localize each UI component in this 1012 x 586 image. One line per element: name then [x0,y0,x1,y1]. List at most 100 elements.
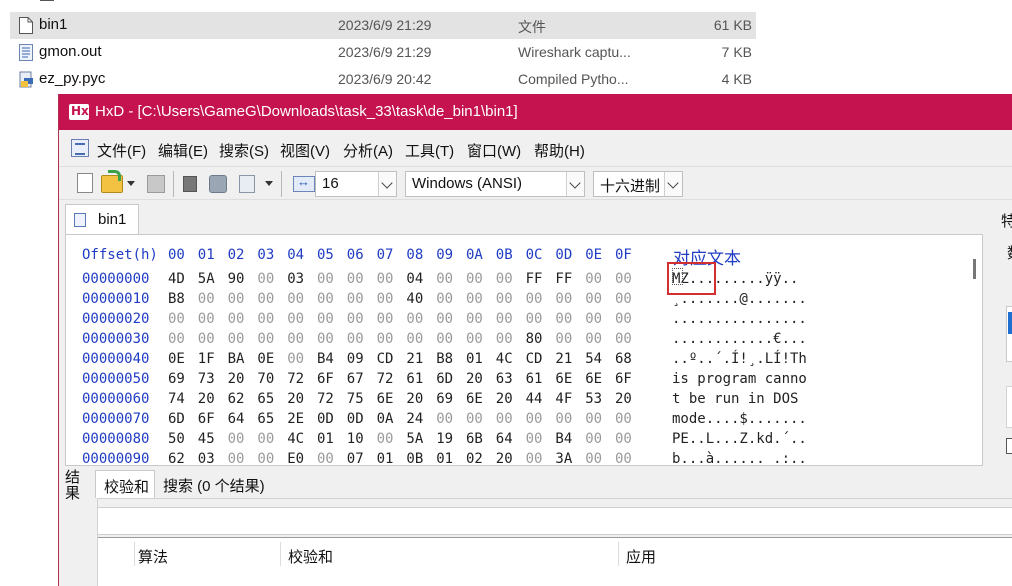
hex-byte[interactable]: 53 [585,391,602,407]
document-menu-icon[interactable] [71,139,89,157]
vertical-scrollbar[interactable] [970,245,980,465]
file-row-gmon-out[interactable]: gmon.out 2023/6/9 21:29 Wireshark captu.… [10,39,756,66]
hex-byte[interactable]: 6F [615,371,632,387]
hex-byte[interactable]: FF [555,271,572,287]
hex-byte[interactable]: 00 [377,331,394,347]
hex-byte[interactable]: 00 [198,311,215,327]
hex-byte[interactable]: 00 [377,271,394,287]
tab-bin1[interactable]: bin1 [65,204,139,234]
menu-tools[interactable]: 工具(T) [405,140,454,161]
hex-byte[interactable]: 00 [377,291,394,307]
hex-byte[interactable]: 20 [406,391,423,407]
hex-byte[interactable]: 0E [168,351,185,367]
hex-byte[interactable]: 00 [466,271,483,287]
hex-byte[interactable]: 67 [347,371,364,387]
column-checksum[interactable]: 校验和 [288,546,333,567]
hex-byte[interactable]: 07 [347,451,364,465]
hex-byte[interactable]: E0 [287,451,304,465]
hex-byte[interactable]: 80 [526,331,543,347]
title-bar[interactable]: Hx HxD - [C:\Users\GameG\Downloads\task_… [59,94,1012,130]
hex-row[interactable]: 00000060 74 20 62 65 20 72 75 6E 20 69 6E 20 44 4F 53 20… [66,391,982,411]
hex-byte[interactable]: 20 [496,391,513,407]
hex-byte[interactable]: CD [526,351,543,367]
open-file-icon[interactable] [101,170,123,193]
file-row-bin1[interactable]: bin1 2023/6/9 21:29 文件 61 KB [10,12,756,39]
hex-byte[interactable]: 00 [585,331,602,347]
row-text[interactable]: ..º..´.Í!¸.LÍ!Th [672,351,807,367]
save-icon[interactable] [147,175,165,193]
hex-byte[interactable]: 64 [228,411,245,427]
hex-editor[interactable]: Offset(h) 00 01 02 03 04 05 06 07 08 09 0A 0B 0C 0D 0E… [65,234,983,466]
menu-analysis[interactable]: 分析(A) [343,140,393,161]
open-ram-icon[interactable] [209,175,227,193]
hex-byte[interactable]: 00 [526,311,543,327]
hex-byte[interactable]: 69 [436,391,453,407]
hex-byte[interactable]: B4 [555,431,572,447]
hex-byte[interactable]: 00 [257,431,274,447]
hex-byte[interactable]: 01 [436,451,453,465]
hex-byte[interactable]: 40 [406,291,423,307]
hex-byte[interactable]: 00 [436,411,453,427]
hex-byte[interactable]: 00 [526,411,543,427]
hex-byte[interactable]: 4F [555,391,572,407]
hex-byte[interactable]: 00 [466,331,483,347]
hex-row[interactable]: 00000090 62 03 00 00 E0 00 07 01 0B 01 02 20 00 3A 00 00… [66,451,982,465]
hex-byte[interactable]: 00 [228,311,245,327]
hex-byte[interactable]: 00 [406,311,423,327]
menu-window[interactable]: 窗口(W) [467,140,521,161]
hex-byte[interactable]: B8 [168,291,185,307]
hex-byte[interactable]: 54 [585,351,602,367]
hex-byte[interactable]: 4D [168,271,185,287]
hex-row[interactable]: 00000020 00 00 00 00 00 00 00 00 00 00 00 00 00 00 00 00… [66,311,982,331]
hex-byte[interactable]: 20 [287,391,304,407]
open-disk-icon[interactable] [183,176,197,192]
hex-byte[interactable]: 2E [287,411,304,427]
hex-byte[interactable]: 00 [526,291,543,307]
hex-byte[interactable]: 72 [377,371,394,387]
hex-byte[interactable]: 03 [198,451,215,465]
hex-byte[interactable]: 00 [377,311,394,327]
hex-byte[interactable]: 6B [466,431,483,447]
hex-byte[interactable]: 70 [257,371,274,387]
hex-byte[interactable]: 44 [526,391,543,407]
hex-byte[interactable]: 00 [287,331,304,347]
hex-byte[interactable]: 5A [198,271,215,287]
hex-byte[interactable]: 19 [436,431,453,447]
hex-byte[interactable]: B4 [317,351,334,367]
hex-byte[interactable]: 00 [198,291,215,307]
menu-file[interactable]: 文件(F) [97,140,146,161]
hex-byte[interactable]: 0B [406,451,423,465]
hex-byte[interactable]: 04 [406,271,423,287]
open-dropdown-arrow-icon[interactable] [127,181,135,186]
hex-byte[interactable]: 00 [347,291,364,307]
hex-byte[interactable]: 0D [347,411,364,427]
new-file-icon[interactable] [77,173,93,193]
hex-byte[interactable]: 00 [466,411,483,427]
hex-byte[interactable]: 20 [466,371,483,387]
hex-byte[interactable]: 65 [257,411,274,427]
row-text[interactable]: ................ [672,311,807,327]
hex-byte[interactable]: 62 [168,451,185,465]
hex-byte[interactable]: 00 [257,451,274,465]
page-dropdown-arrow-icon[interactable] [265,181,273,186]
hex-byte[interactable]: 00 [317,331,334,347]
checksum-table[interactable]: 算法 校验和 应用 [98,537,1012,586]
hex-byte[interactable]: 00 [585,271,602,287]
hex-byte[interactable]: 09 [347,351,364,367]
menu-view[interactable]: 视图(V) [280,140,330,161]
hex-byte[interactable]: 00 [615,271,632,287]
hex-row[interactable]: 00000030 00 00 00 00 00 00 00 00 00 00 00 00 80 00 00 00… [66,331,982,351]
hex-byte[interactable]: 00 [555,411,572,427]
hex-byte[interactable]: 00 [287,311,304,327]
display-mode-select[interactable]: 十六进制 [593,171,683,197]
hex-byte[interactable]: FF [526,271,543,287]
hex-byte[interactable]: 00 [436,331,453,347]
tab-checksum[interactable]: 校验和 [95,470,155,498]
inspector-checkbox[interactable] [1006,438,1012,454]
column-algorithm[interactable]: 算法 [138,546,168,567]
hex-byte[interactable]: 00 [228,451,245,465]
hex-byte[interactable]: 5A [406,431,423,447]
hex-row[interactable]: 00000080 50 45 00 00 4C 01 10 00 5A 19 6B 64 00 B4 00 00… [66,431,982,451]
hex-byte[interactable]: 00 [317,311,334,327]
hex-byte[interactable]: 00 [228,291,245,307]
